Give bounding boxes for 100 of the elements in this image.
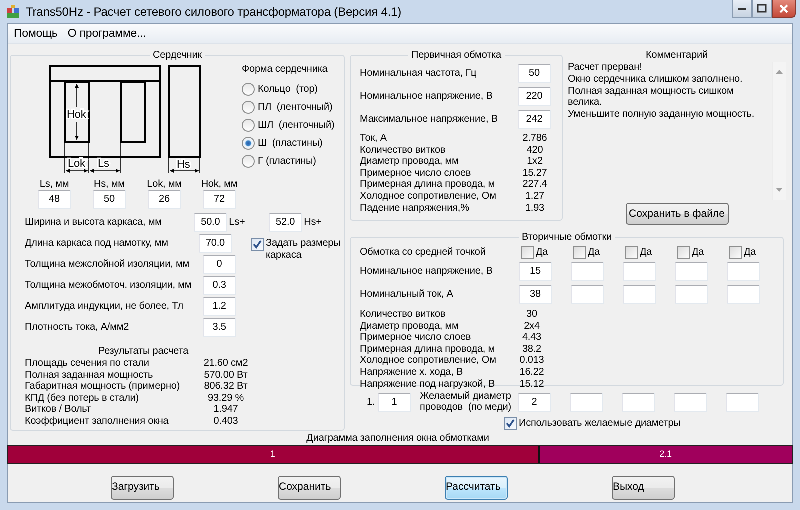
result-label: Габаритная мощность (примерно) xyxy=(25,381,182,393)
result-label: Коэффициент заполнения окна xyxy=(25,416,170,428)
radio-label[interactable]: Г (пластины) xyxy=(258,156,316,166)
input-field[interactable]: 26 xyxy=(148,190,181,209)
result-label: Напряжение х. хода, В xyxy=(360,366,464,379)
maximize-icon xyxy=(757,4,767,14)
group-label: Форма сердечника xyxy=(242,63,329,77)
checkbox[interactable] xyxy=(625,246,638,258)
radio-button[interactable] xyxy=(242,100,255,114)
input-field[interactable]: 72 xyxy=(203,190,236,209)
input-field[interactable]: 0 xyxy=(203,255,236,274)
input-field[interactable]: 2 xyxy=(518,392,551,412)
radio-label[interactable]: ШЛ (ленточный) xyxy=(258,120,335,130)
field-label: Толщина межобмоточ. изоляции, мм xyxy=(25,280,193,291)
input-field[interactable]: 50 xyxy=(93,190,126,209)
input-field[interactable] xyxy=(675,262,708,281)
checkbox[interactable] xyxy=(521,246,534,258)
checkbox-label[interactable]: Задать размеры каркаса xyxy=(266,238,344,262)
input-field[interactable] xyxy=(726,392,759,412)
result-label: Примерная длина провода, м xyxy=(360,179,496,191)
checkbox-label[interactable]: Да xyxy=(588,246,600,258)
field-label: Lok, мм xyxy=(147,180,182,190)
row-number: 1. xyxy=(367,396,376,408)
input-field[interactable]: 220 xyxy=(518,87,551,106)
result-value: 2x4 xyxy=(523,320,541,332)
input-field[interactable] xyxy=(727,285,760,304)
checkbox-label[interactable]: Да xyxy=(744,246,756,258)
button[interactable]: Загрузить xyxy=(111,476,174,500)
checkbox-label[interactable]: Да xyxy=(536,246,548,258)
input-field[interactable]: 3.5 xyxy=(203,318,236,337)
input-field[interactable] xyxy=(571,262,604,281)
checkbox[interactable] xyxy=(573,246,586,258)
dimension-label: Hok xyxy=(67,109,86,121)
result-value: 30 xyxy=(526,309,538,321)
window-title: Trans50Hz - Расчет сетевого силового трансформатора (Версия 4.1) xyxy=(26,4,403,18)
checkbox-label[interactable]: Да xyxy=(692,246,704,258)
input-field[interactable] xyxy=(622,392,655,412)
result-value: 15.12 xyxy=(518,378,546,390)
menu-item[interactable]: Помощь xyxy=(10,28,64,40)
checkbox[interactable] xyxy=(677,246,690,258)
input-field[interactable] xyxy=(623,285,656,304)
checkbox-label[interactable]: Использовать желаемые диаметры xyxy=(519,418,681,429)
input-field[interactable]: 50 xyxy=(518,64,551,83)
result-label: Примерное число слоев xyxy=(360,168,472,180)
result-label: Диаметр провода, мм xyxy=(360,320,460,332)
checkbox-label[interactable]: Да xyxy=(640,246,652,258)
input-field[interactable]: 50.0 xyxy=(194,213,228,232)
dimension-label: Lok xyxy=(68,158,86,170)
input-field[interactable] xyxy=(727,262,760,281)
field-label: Номинальная частота, Гц xyxy=(360,68,478,79)
scroll-up-icon[interactable] xyxy=(776,70,783,74)
input-field[interactable]: 48 xyxy=(38,190,71,209)
field-label: Ls, мм xyxy=(40,180,70,190)
radio-button[interactable] xyxy=(242,154,255,168)
result-label: КПД (без потерь в стали) xyxy=(25,392,140,404)
field-label: Толщина межслойной изоляции, мм xyxy=(25,259,190,270)
result-value: 1x2 xyxy=(526,156,544,168)
save-to-file-button[interactable]: Сохранить в файле xyxy=(626,203,728,225)
field-label: Номинальное напряжение, В xyxy=(360,91,494,102)
scroll-down-icon[interactable] xyxy=(776,188,783,192)
field-label: Номинальное напряжение, В xyxy=(360,266,494,277)
result-label: Диаметр провода, мм xyxy=(360,156,460,168)
input-field[interactable]: 70.0 xyxy=(199,234,232,253)
radio-button[interactable] xyxy=(242,118,255,132)
result-label: Примерная длина провода, м xyxy=(360,344,496,356)
input-field[interactable]: 0.3 xyxy=(203,276,236,295)
chart-title: Диаграмма заполнения окна обмотками xyxy=(306,433,490,445)
input-field[interactable] xyxy=(675,285,708,304)
input-field[interactable] xyxy=(570,392,603,412)
input-field[interactable]: 1 xyxy=(378,392,411,412)
checkbox[interactable] xyxy=(729,246,742,258)
comment-text: Уменьшите полную заданную мощность. xyxy=(568,109,756,121)
scrollbar[interactable] xyxy=(772,62,786,200)
input-field[interactable] xyxy=(571,285,604,304)
result-value: 4.43 xyxy=(521,332,543,344)
button[interactable]: Сохранить xyxy=(278,476,341,500)
minimize-button[interactable] xyxy=(732,0,752,18)
radio-label[interactable]: Ш (пластины) xyxy=(258,138,323,148)
input-field[interactable] xyxy=(623,262,656,281)
input-field[interactable]: 15 xyxy=(519,262,552,281)
group-title: Вторичные обмотки xyxy=(521,231,613,244)
radio-label[interactable]: Кольцо (тор) xyxy=(258,84,318,94)
input-field[interactable]: 242 xyxy=(518,110,551,129)
field-label: Амплитуда индукции, не более, Тл xyxy=(25,301,184,312)
field-label: Ширина и высота каркаса, мм xyxy=(25,217,163,228)
radio-label[interactable]: ПЛ (ленточный) xyxy=(258,102,333,112)
button[interactable]: Выход xyxy=(612,476,675,500)
menu-item[interactable]: О программе... xyxy=(64,28,152,40)
comment-text: Окно сердечника слишком заполнено. xyxy=(568,74,744,86)
checkbox[interactable] xyxy=(251,238,264,251)
maximize-button[interactable] xyxy=(752,0,772,18)
radio-button[interactable] xyxy=(242,136,255,150)
input-field[interactable] xyxy=(674,392,707,412)
input-field[interactable]: 38 xyxy=(519,285,552,304)
input-field[interactable]: 1.2 xyxy=(203,297,236,316)
button[interactable]: Рассчитать xyxy=(445,476,508,500)
input-field[interactable]: 52.0 xyxy=(269,213,302,232)
radio-button[interactable] xyxy=(242,82,255,96)
close-button[interactable] xyxy=(772,0,796,18)
checkbox[interactable] xyxy=(504,417,517,430)
